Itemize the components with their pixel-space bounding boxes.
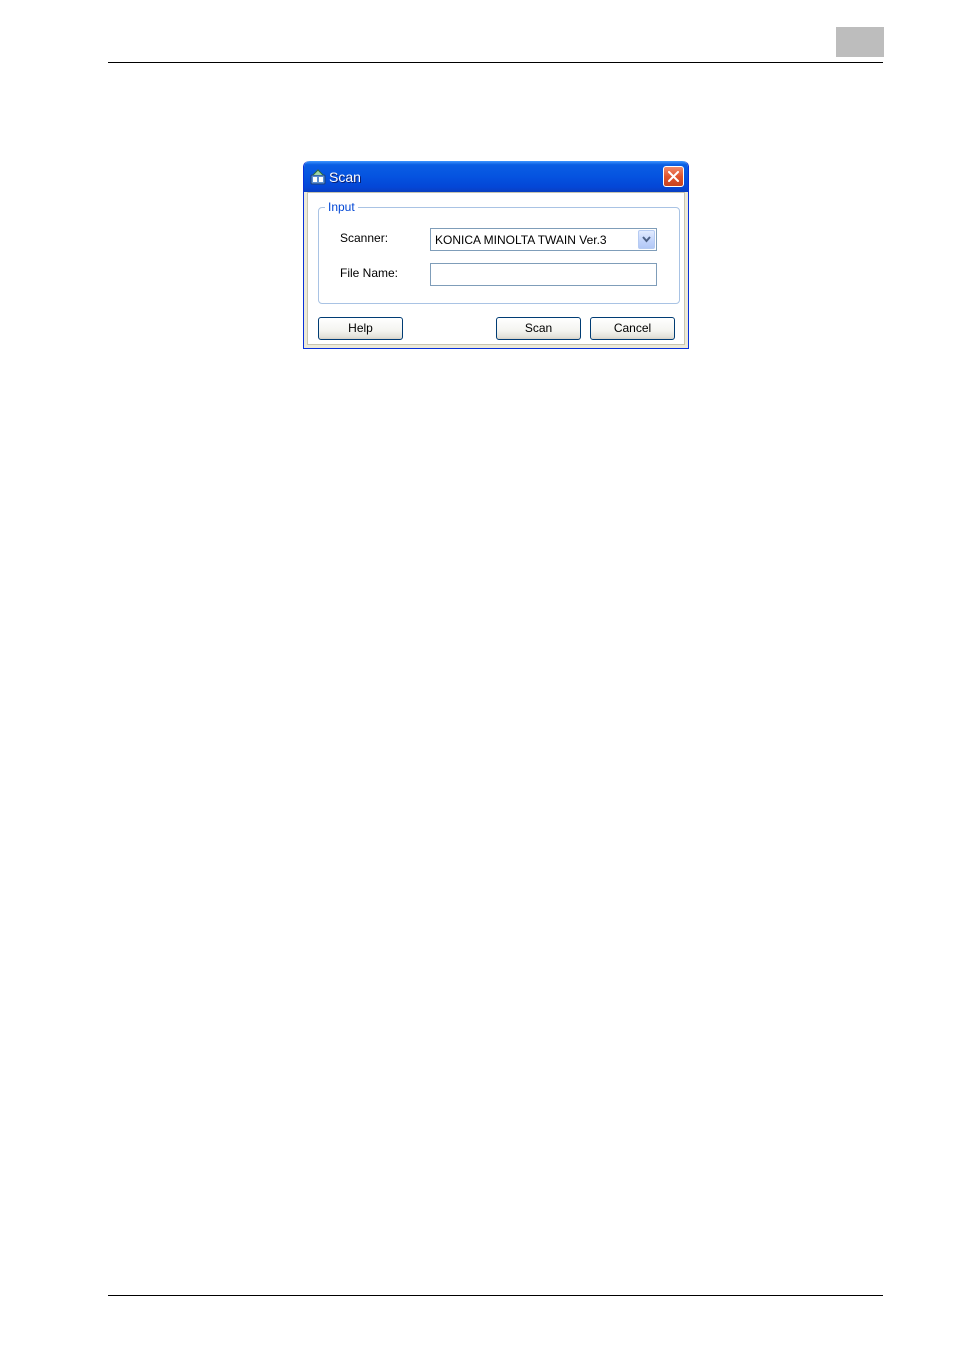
dialog-titlebar[interactable]: Scan bbox=[304, 161, 688, 192]
scanner-dropdown-value: KONICA MINOLTA TWAIN Ver.3 bbox=[435, 233, 607, 247]
file-name-label: File Name: bbox=[340, 266, 399, 280]
scanner-dropdown[interactable]: KONICA MINOLTA TWAIN Ver.3 bbox=[430, 228, 657, 251]
cancel-button[interactable]: Cancel bbox=[590, 317, 675, 340]
help-button[interactable]: Help bbox=[318, 317, 403, 340]
chapter-tab bbox=[836, 27, 884, 57]
scan-button[interactable]: Scan bbox=[496, 317, 581, 340]
header-rule bbox=[108, 62, 883, 63]
scanner-label: Scanner: bbox=[340, 231, 389, 245]
scan-dialog: Scan Input Scanner: KONICA MINOLTA TWAIN… bbox=[303, 161, 689, 349]
input-group-legend: Input bbox=[325, 200, 358, 214]
input-groupbox: Input Scanner: KONICA MINOLTA TWAIN Ver.… bbox=[318, 200, 680, 304]
chevron-down-icon bbox=[642, 236, 651, 243]
dialog-title: Scan bbox=[329, 169, 361, 185]
file-name-input[interactable] bbox=[430, 263, 657, 286]
dropdown-arrow-button[interactable] bbox=[638, 230, 655, 249]
footer-rule bbox=[108, 1295, 883, 1296]
dialog-client-area: Input Scanner: KONICA MINOLTA TWAIN Ver.… bbox=[307, 192, 685, 345]
scan-app-icon bbox=[310, 169, 326, 185]
close-button[interactable] bbox=[663, 166, 684, 187]
close-icon bbox=[668, 171, 679, 182]
